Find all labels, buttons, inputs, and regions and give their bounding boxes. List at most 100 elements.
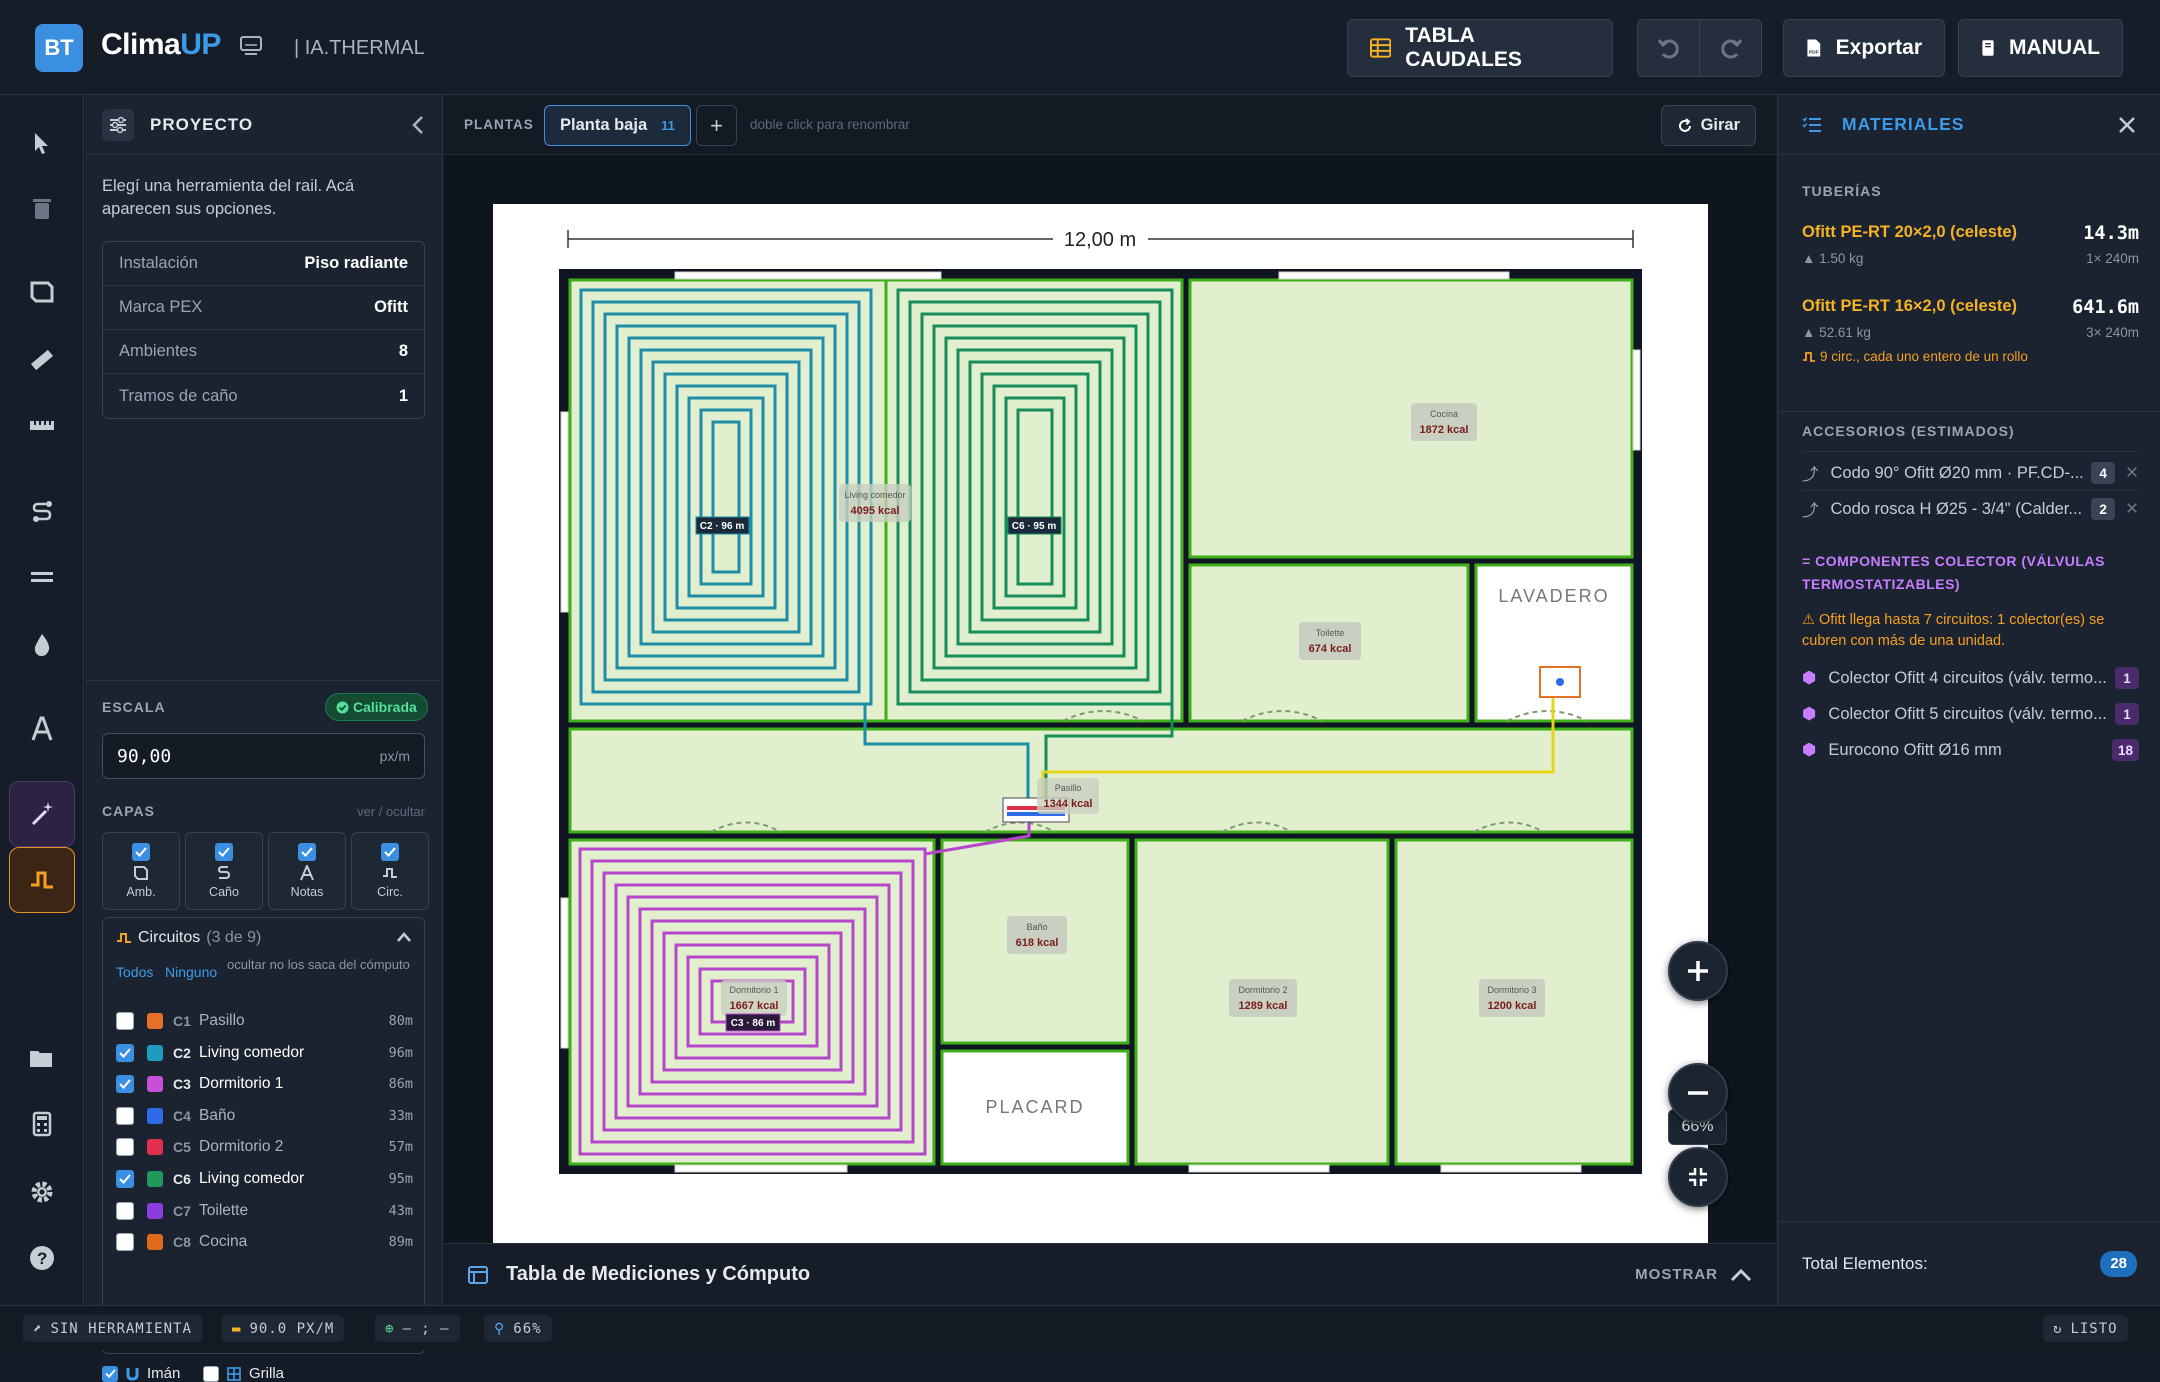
circuitos-header[interactable]: Circuitos (3 de 9) — [116, 929, 261, 947]
total-label: Total Elementos: — [1802, 1253, 1928, 1273]
zoom-out-button[interactable] — [1668, 1063, 1728, 1123]
circuit-color-swatch — [147, 1234, 163, 1251]
circuitos-hint: ocultar no los saca del cómputo — [227, 957, 410, 972]
circuit-id: C4 — [173, 1107, 191, 1124]
close-icon[interactable] — [2118, 116, 2136, 134]
iman-toggle[interactable]: Imán — [102, 1365, 180, 1382]
checkbox-unchecked[interactable] — [116, 1138, 134, 1157]
remove-icon[interactable]: ✕ — [2125, 499, 2139, 519]
todos-link[interactable]: Todos — [116, 964, 153, 980]
monitor-icon[interactable] — [240, 36, 262, 56]
room-pasillo[interactable] — [568, 727, 1634, 834]
wall-tool[interactable] — [22, 557, 62, 597]
circuit-row[interactable]: C2 Living comedor 96m — [103, 1037, 424, 1069]
drop-icon — [34, 634, 50, 657]
circuit-icon — [117, 933, 131, 943]
room-kcal: 1200 kcal — [1488, 1000, 1537, 1012]
checkbox-checked[interactable] — [116, 1170, 134, 1188]
tab-planta-baja[interactable]: Planta baja 11 — [544, 105, 691, 146]
top-bar: BT ClimaUP | IA.THERMAL TABLA CAUDALES P… — [0, 0, 2160, 95]
undo-button[interactable] — [1638, 20, 1700, 76]
sliders-icon — [102, 108, 134, 141]
add-planta-button[interactable]: + — [696, 105, 737, 146]
circuit-length: 43m — [388, 1202, 413, 1219]
girar-button[interactable]: Girar — [1660, 105, 1756, 146]
heat-tool[interactable] — [22, 625, 62, 665]
manual-button[interactable]: MANUAL — [1958, 19, 2123, 77]
ruler-icon: ▬ — [232, 1320, 242, 1337]
ruler-tool[interactable] — [22, 340, 62, 380]
checkbox-checked[interactable] — [116, 1043, 134, 1062]
circuit-tool[interactable] — [9, 847, 75, 913]
circuit-id: C3 — [173, 1076, 191, 1093]
checkbox-unchecked[interactable] — [116, 1233, 134, 1252]
settings-tool[interactable] — [22, 1172, 62, 1212]
layer-toggle-amb[interactable]: Amb. — [102, 832, 180, 910]
zoom-in-button[interactable] — [1668, 941, 1728, 1001]
grilla-toggle[interactable]: Grilla — [203, 1365, 284, 1382]
text-tool[interactable] — [22, 709, 62, 749]
total-bar: Total Elementos: 28 — [1778, 1221, 2160, 1305]
circuit-row[interactable]: C7 Toilette 43m — [103, 1195, 424, 1227]
checkbox-checked[interactable] — [116, 1075, 134, 1094]
circuit-id: C7 — [173, 1202, 191, 1219]
room-kcal: 4095 kcal — [851, 505, 900, 517]
circuit-row[interactable]: C1 Pasillo 80m — [103, 1005, 424, 1037]
measure-tool[interactable] — [22, 405, 62, 445]
exportar-button[interactable]: PDF Exportar — [1783, 19, 1945, 77]
circuit-row[interactable]: C4 Baño 33m — [103, 1100, 424, 1132]
pipe-item: Ofitt PE-RT 20×2,0 (celeste) 14.3m ▲ 1.5… — [1802, 223, 2139, 266]
floor-plan-sheet[interactable]: 12,00 m Cocina 1872 kcal Living comedor … — [493, 204, 1708, 1244]
layer-toggle-circ[interactable]: Circ. — [351, 832, 429, 910]
remove-icon[interactable]: ✕ — [2125, 463, 2139, 483]
chevron-up-icon[interactable] — [397, 932, 411, 942]
layer-toggle-notas[interactable]: Notas — [268, 832, 346, 910]
mostrar-label[interactable]: MOSTRAR — [1635, 1266, 1718, 1283]
circuit-icon — [383, 868, 397, 878]
status-bar: ⬈ SIN HERRAMIENTA ▬ 90.0 PX/M ⊕ – ; – ⚲ 66% … — [0, 1305, 2160, 1350]
undo-redo-group — [1637, 19, 1762, 77]
circuit-row[interactable]: C6 Living comedor 95m — [103, 1163, 424, 1195]
open-tool[interactable] — [22, 1038, 62, 1078]
circuit-id: C5 — [173, 1139, 191, 1156]
room-tool[interactable] — [22, 272, 62, 312]
project-title: PROYECTO — [150, 114, 254, 134]
circuit-id: C6 — [173, 1171, 191, 1187]
tabla-caudales-button[interactable]: TABLA CAUDALES — [1347, 19, 1613, 77]
app-logo: BT — [35, 24, 83, 72]
fit-view-button[interactable] — [1668, 1147, 1728, 1207]
circuit-tag: C3 · 86 m — [731, 1018, 776, 1029]
minus-icon — [1688, 1091, 1708, 1095]
circuit-row[interactable]: C5 Dormitorio 2 57m — [103, 1131, 424, 1163]
escala-input[interactable]: 90,00 px/m — [102, 733, 425, 779]
weight-icon: ▲ — [1802, 325, 1816, 340]
ninguno-link[interactable]: Ninguno — [165, 964, 217, 980]
circuit-row[interactable]: C3 Dormitorio 1 86m — [103, 1068, 424, 1100]
checkbox-unchecked[interactable] — [116, 1201, 134, 1220]
select-tool[interactable] — [22, 123, 62, 163]
grid-icon — [227, 1366, 241, 1381]
weight-icon: ▲ — [1802, 251, 1816, 266]
pipe-tool[interactable] — [22, 492, 62, 532]
circuit-name: Living comedor — [199, 1043, 305, 1061]
delete-tool[interactable] — [22, 188, 62, 228]
checkbox-unchecked[interactable] — [116, 1012, 134, 1030]
chevron-up-icon[interactable] — [1730, 1268, 1752, 1282]
info-row: Ambientes 8 — [103, 330, 424, 374]
ai-tool[interactable] — [9, 781, 75, 847]
mediciones-bar[interactable]: Tabla de Mediciones y Cómputo MOSTRAR — [444, 1243, 1776, 1305]
layer-toggle-cano[interactable]: Caño — [185, 832, 263, 910]
pipe-item: Ofitt PE-RT 16×2,0 (celeste) 641.6m ▲ 52… — [1802, 297, 2139, 364]
calc-tool[interactable] — [22, 1104, 62, 1144]
search-icon: ⚲ — [494, 1320, 506, 1337]
circuit-length: 33m — [388, 1107, 413, 1124]
floor-plan[interactable]: 12,00 m Cocina 1872 kcal Living comedor … — [493, 204, 1708, 1244]
collapse-chevron-icon[interactable] — [411, 115, 425, 135]
checkbox-unchecked[interactable] — [116, 1106, 134, 1125]
project-description: Elegí una herramienta del rail. Acá apar… — [102, 177, 355, 218]
help-tool[interactable]: ? — [22, 1238, 62, 1278]
redo-button[interactable] — [1700, 20, 1761, 76]
circuit-row[interactable]: C8 Cocina 89m — [103, 1226, 424, 1258]
room-label: Dormitorio 3 — [1487, 985, 1536, 995]
compress-icon — [1689, 1168, 1707, 1186]
